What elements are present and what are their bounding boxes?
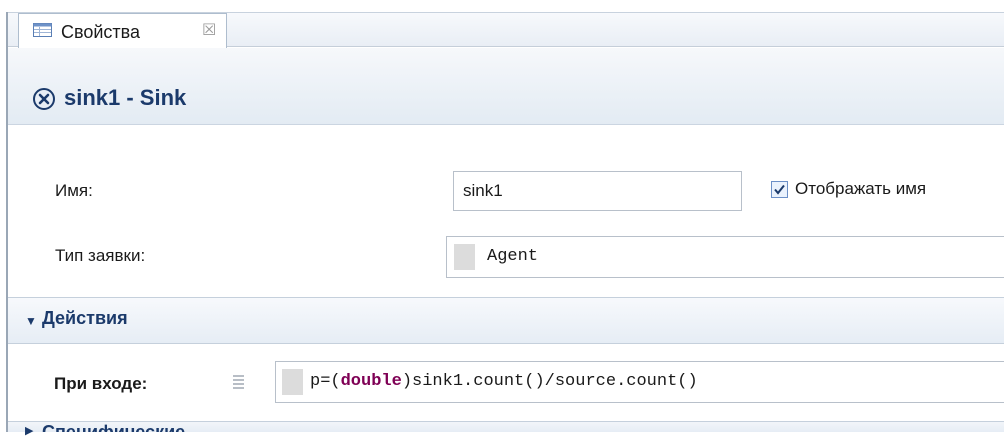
section-actions-title[interactable]: Действия: [42, 308, 128, 329]
code-prefix: p=(: [310, 372, 341, 391]
tab-properties[interactable]: Свойства ☒: [18, 13, 227, 48]
expand-arrow-icon[interactable]: ▶: [25, 424, 33, 437]
on-enter-code[interactable]: p=(double)sink1.count()/source.count(): [310, 372, 698, 391]
collapse-arrow-icon[interactable]: ▼: [25, 314, 37, 328]
name-input[interactable]: [453, 171, 742, 211]
name-label: Имя:: [55, 181, 93, 200]
list-icon[interactable]: [233, 374, 244, 390]
on-enter-mode-toggle[interactable]: [282, 369, 303, 395]
show-name-label[interactable]: Отображать имя: [795, 179, 926, 199]
top-strip: [0, 0, 1004, 10]
agent-type-label: Тип заявки:: [55, 246, 146, 265]
properties-table-icon: [33, 23, 52, 37]
on-enter-label: При входе:: [54, 374, 148, 393]
agent-type-value[interactable]: Agent: [487, 247, 538, 266]
tab-label: Свойства: [61, 22, 141, 42]
tab-bar: Свойства ☒: [8, 12, 1004, 48]
show-name-checkbox[interactable]: [771, 181, 788, 198]
agent-type-mode-toggle[interactable]: [454, 244, 475, 270]
code-suffix: )sink1.count()/source.count(): [401, 372, 698, 391]
close-circle-icon: [33, 88, 55, 110]
tab-close-icon[interactable]: ☒: [202, 20, 216, 40]
section-next-title[interactable]: Специфические: [42, 420, 185, 432]
page-title: sink1 - Sink: [64, 85, 187, 110]
code-keyword: double: [340, 372, 402, 391]
checkmark-icon: [774, 184, 785, 195]
section-actions[interactable]: [8, 297, 1004, 344]
